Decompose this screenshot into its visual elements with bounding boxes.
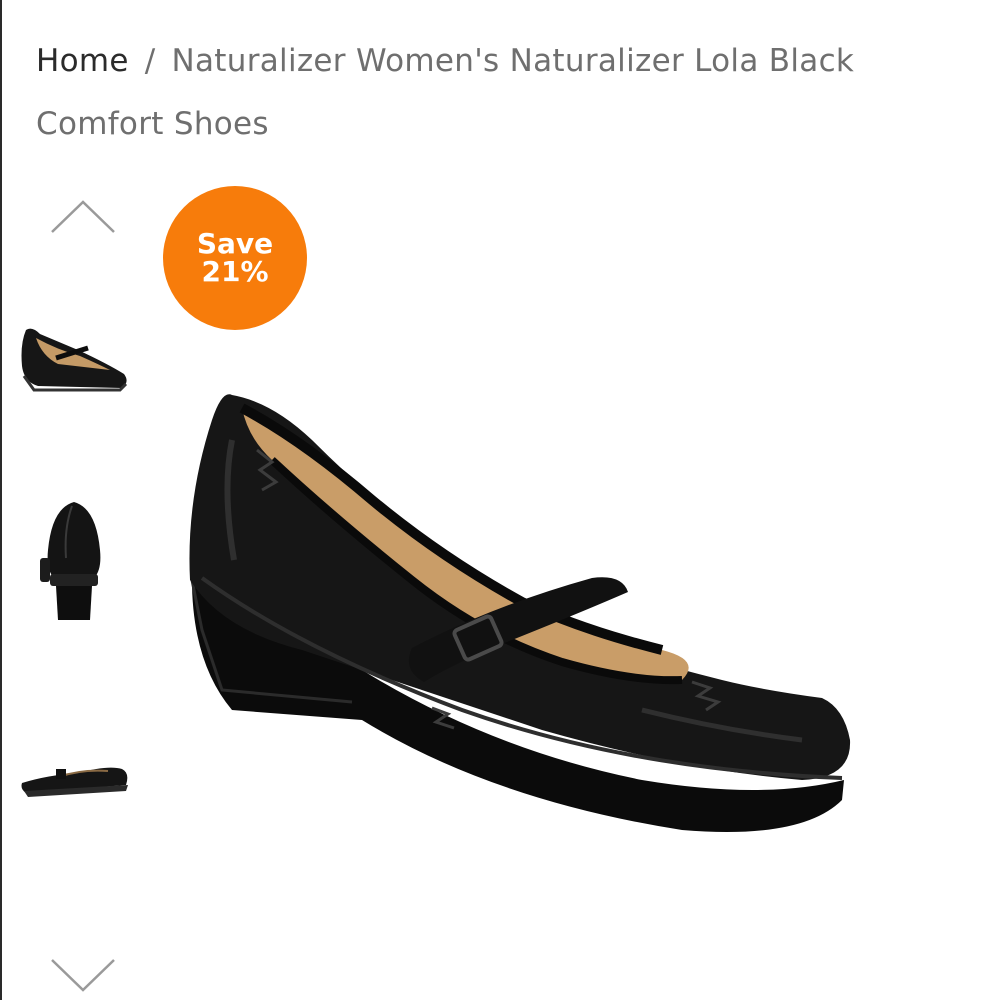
product-page: Home / Naturalizer Women's Naturalizer Lol… [0, 0, 1000, 1000]
thumbnail-profile-view[interactable] [18, 720, 130, 840]
badge-percent-value: 21% [201, 255, 269, 288]
thumbnail-side-view[interactable] [18, 300, 130, 420]
shoe-profile-thumbnail [21, 767, 128, 797]
save-percentage-badge: Save 21% [163, 186, 307, 330]
breadcrumb-separator: / [144, 43, 156, 79]
product-main-image[interactable] [162, 330, 882, 890]
chevron-up-icon [51, 200, 115, 233]
badge-save-label: Save [196, 227, 274, 260]
chevron-down-icon [51, 959, 115, 992]
thumbnail-back-view[interactable] [18, 500, 130, 620]
thumbnail-rail [18, 190, 134, 1000]
shoe-back-thumbnail [40, 502, 101, 620]
breadcrumb: Home / Naturalizer Women's Naturalizer Lol… [36, 30, 956, 156]
thumbnail-prev-button[interactable] [48, 194, 118, 240]
breadcrumb-home-link[interactable]: Home [36, 43, 129, 79]
mary-jane-shoe-illustration [189, 394, 851, 832]
shoe-side-thumbnail [21, 328, 128, 392]
thumbnail-next-button[interactable] [48, 952, 118, 998]
breadcrumb-current-page: Naturalizer Women's Naturalizer Lola Bla… [36, 43, 855, 142]
